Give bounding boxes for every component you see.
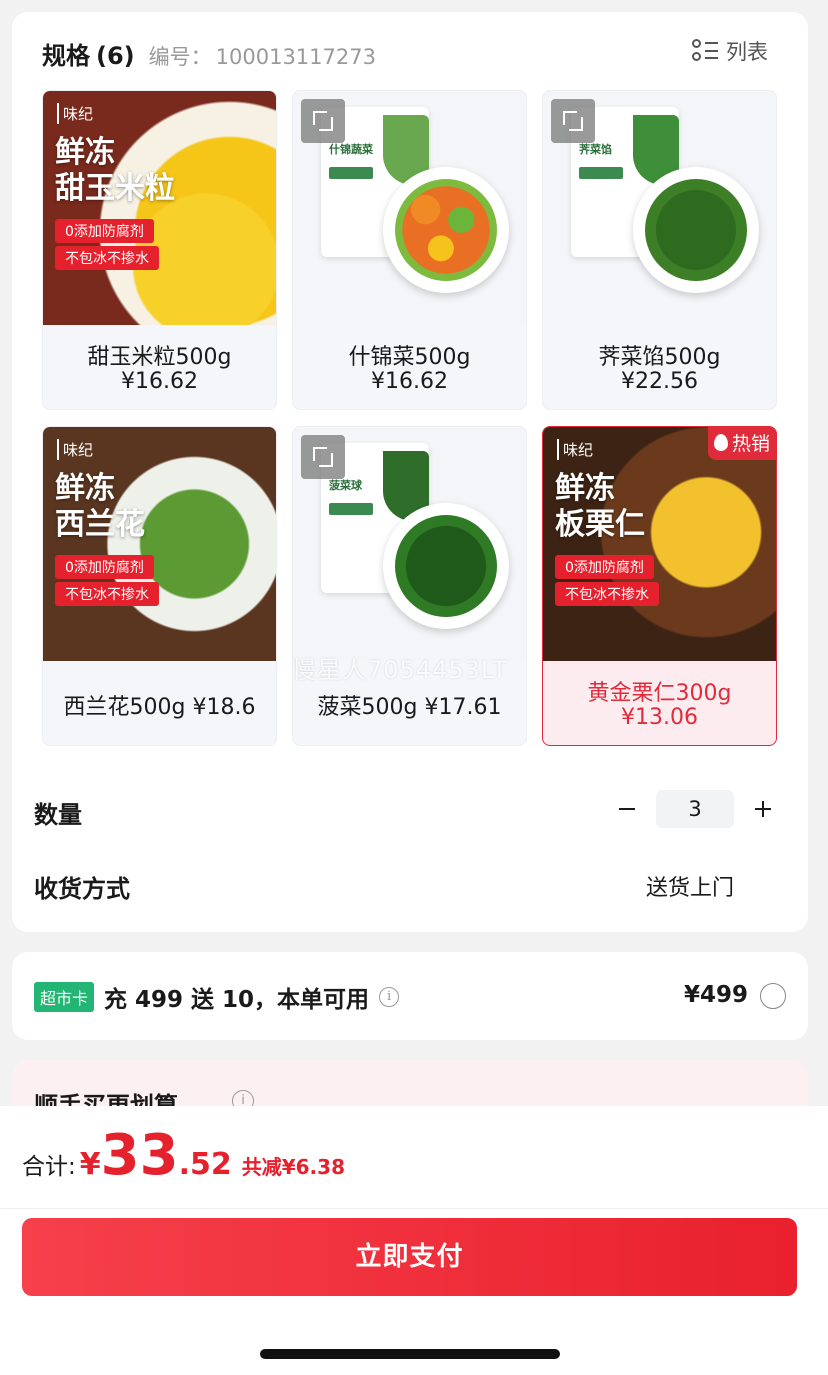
promo-tag: 不包冰不掺水 xyxy=(55,582,159,606)
total-currency: ¥ xyxy=(79,1147,101,1182)
spec-option-name: 菠菜500g xyxy=(317,695,418,720)
promo-tag: 不包冰不掺水 xyxy=(555,582,659,606)
plus-icon[interactable] xyxy=(748,794,778,824)
info-icon[interactable]: i xyxy=(379,987,400,1007)
spec-option-label: 西兰花500g ¥18.6 xyxy=(43,689,276,721)
promo-title: 鲜冻 甜玉米粒 xyxy=(55,135,175,206)
promo-price: ¥499 xyxy=(683,982,748,1008)
promo-tag: 0添加防腐剂 xyxy=(55,555,154,579)
list-toggle-button[interactable]: 列表 xyxy=(692,36,768,66)
spec-option-name: 黄金栗仁300g xyxy=(587,681,732,706)
promo-tag: 0添加防腐剂 xyxy=(55,219,154,243)
spec-option-price: ¥16.62 xyxy=(371,369,448,394)
total-amount-decimal: .52 xyxy=(178,1147,232,1182)
spec-option-shepherds-purse[interactable]: 荠菜馅 荠菜馅500g ¥22.56 xyxy=(542,90,777,410)
spec-option-chestnut[interactable]: 热销 味纪 鲜冻 板栗仁 0添加防腐剂 不包冰不掺水 黄金栗仁300g ¥13.… xyxy=(542,426,777,746)
home-indicator[interactable] xyxy=(260,1349,560,1359)
list-icon xyxy=(692,39,718,63)
spec-code-value: 100013117273 xyxy=(215,45,376,69)
spec-card: 规格 (6) 编号： 100013117273 列表 味纪 鲜冻 甜玉米粒 0添… xyxy=(12,12,808,932)
delivery-value: 送货上门 xyxy=(645,876,734,901)
product-image: 菠菜球 xyxy=(293,427,526,661)
spec-title: 规格 xyxy=(42,42,90,70)
promo-tag: 0添加防腐剂 xyxy=(555,555,654,579)
brand-logo: 味纪 xyxy=(557,439,593,460)
quantity-stepper: 3 xyxy=(612,790,778,828)
promo-title: 鲜冻 板栗仁 xyxy=(555,471,645,542)
delivery-row[interactable]: 收货方式 送货上门 xyxy=(34,866,786,906)
promo-text: 充 499 送 10，本单可用 xyxy=(104,987,370,1013)
spec-option-corn[interactable]: 味纪 鲜冻 甜玉米粒 0添加防腐剂 不包冰不掺水 甜玉米粒500g ¥16.62 xyxy=(42,90,277,410)
total-label: 合计: xyxy=(22,1154,76,1180)
spec-option-label: 菠菜500g ¥17.61 xyxy=(293,689,526,721)
expand-icon[interactable] xyxy=(301,99,345,143)
spec-option-name: 什锦菜500g xyxy=(348,345,471,370)
spec-option-name: 甜玉米粒500g xyxy=(87,345,232,370)
spec-option-price: ¥17.61 xyxy=(424,695,502,720)
total-row: 合计: ¥ 33 .52 共减¥6.38 xyxy=(22,1128,345,1184)
flame-icon xyxy=(713,434,728,451)
promo-tag: 不包冰不掺水 xyxy=(55,246,159,270)
spec-option-price: ¥13.06 xyxy=(621,705,698,730)
pay-now-button[interactable]: 立即支付 xyxy=(22,1218,797,1296)
product-image: 味纪 鲜冻 甜玉米粒 0添加防腐剂 不包冰不掺水 xyxy=(43,91,276,325)
hot-sale-badge: 热销 xyxy=(707,427,776,460)
expand-icon[interactable] xyxy=(551,99,595,143)
spec-count: (6) xyxy=(96,42,135,70)
product-image: 什锦蔬菜 xyxy=(293,91,526,325)
spec-option-spinach[interactable]: 菠菜球 菠菜500g ¥17.61 xyxy=(292,426,527,746)
brand-logo: 味纪 xyxy=(57,439,93,460)
supermarket-card-promo[interactable]: 超市卡 充 499 送 10，本单可用 i ¥499 xyxy=(12,952,808,1040)
spec-option-mixed-veg[interactable]: 什锦蔬菜 什锦菜500g ¥16.62 xyxy=(292,90,527,410)
total-amount-integer: 33 xyxy=(100,1123,179,1188)
spec-option-name: 荠菜馅500g xyxy=(598,345,721,370)
spec-option-price: ¥22.56 xyxy=(621,369,698,394)
radio-icon[interactable] xyxy=(760,983,786,1009)
list-toggle-label: 列表 xyxy=(726,40,768,64)
product-image: 味纪 鲜冻 西兰花 0添加防腐剂 不包冰不掺水 xyxy=(43,427,276,661)
spec-option-price: ¥16.62 xyxy=(121,369,198,394)
spec-option-broccoli[interactable]: 味纪 鲜冻 西兰花 0添加防腐剂 不包冰不掺水 西兰花500g ¥18.6 xyxy=(42,426,277,746)
quantity-label: 数量 xyxy=(34,800,82,829)
product-image: 荠菜馅 xyxy=(543,91,776,325)
discount-text: 共减¥6.38 xyxy=(241,1155,345,1179)
delivery-label: 收货方式 xyxy=(34,874,130,903)
product-image: 味纪 鲜冻 板栗仁 0添加防腐剂 不包冰不掺水 xyxy=(543,427,776,661)
quantity-row: 数量 3 xyxy=(34,790,786,834)
divider xyxy=(0,1208,828,1209)
expand-icon[interactable] xyxy=(301,435,345,479)
spec-header: 规格 (6) 编号： 100013117273 xyxy=(42,36,376,70)
supermarket-card-badge: 超市卡 xyxy=(34,982,95,1012)
minus-icon[interactable] xyxy=(612,794,642,824)
spec-option-price: ¥18.6 xyxy=(192,695,256,720)
quantity-input[interactable]: 3 xyxy=(656,790,734,828)
checkout-bar: 合计: ¥ 33 .52 共减¥6.38 立即支付 xyxy=(0,1106,828,1375)
spec-option-name: 西兰花500g xyxy=(63,695,186,720)
spec-code-label: 编号： xyxy=(148,45,212,69)
brand-logo: 味纪 xyxy=(57,103,93,124)
promo-title: 鲜冻 西兰花 xyxy=(55,471,145,542)
